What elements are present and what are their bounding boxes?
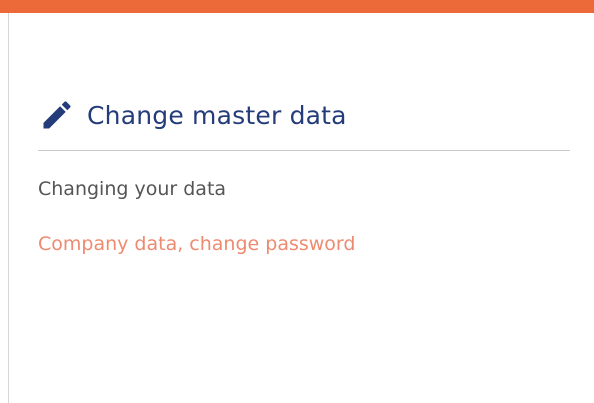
card-header: Change master data: [39, 95, 347, 135]
master-data-card: Change master data Changing your data Co…: [0, 0, 594, 403]
pencil-icon: [39, 97, 75, 133]
company-data-link[interactable]: Company data, change password: [38, 233, 355, 255]
section-subtitle: Changing your data: [38, 178, 227, 200]
card-title: Change master data: [87, 100, 347, 130]
accent-bar: [0, 0, 594, 13]
card-left-border: [8, 13, 9, 403]
header-divider: [38, 150, 570, 151]
